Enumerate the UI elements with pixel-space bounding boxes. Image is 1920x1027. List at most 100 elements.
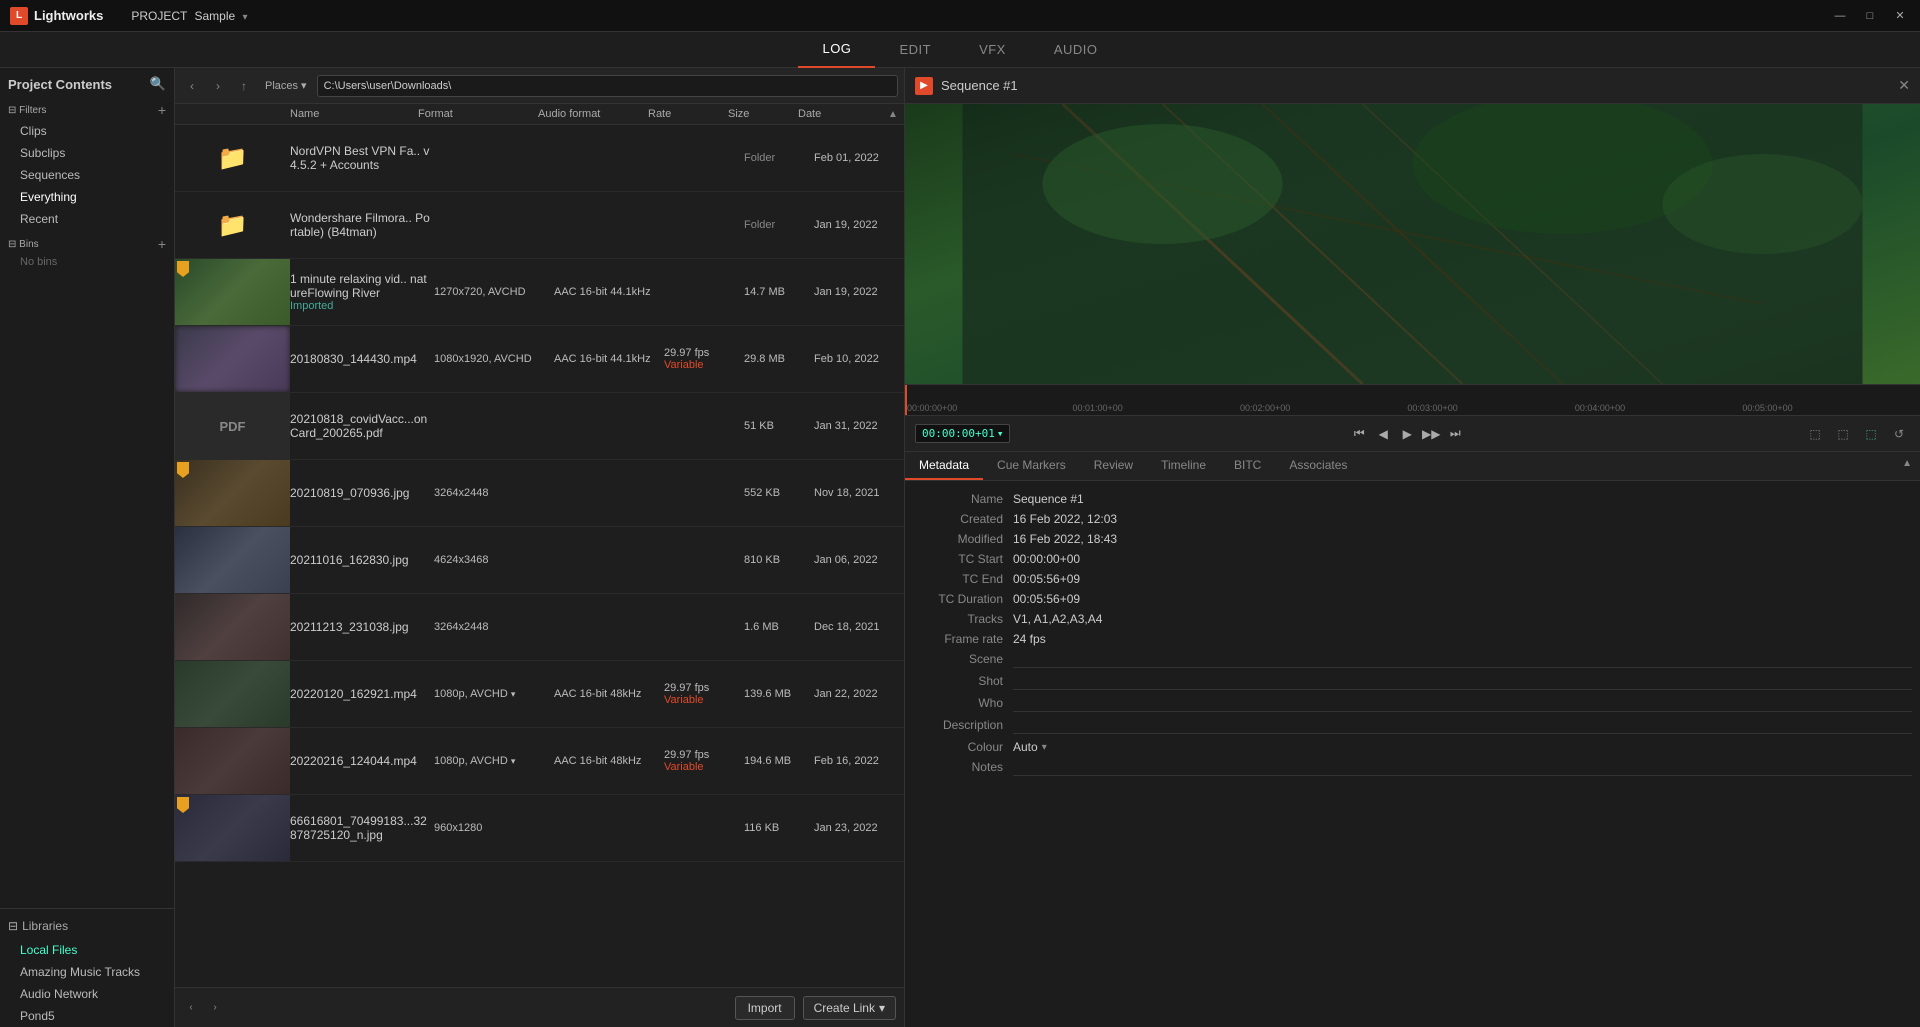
fb-file-format: 960x1280 bbox=[434, 822, 554, 834]
fb-col-audio[interactable]: Audio format bbox=[538, 108, 648, 120]
fb-sort-indicator: ▲ bbox=[888, 109, 904, 120]
fb-col-rate[interactable]: Rate bbox=[648, 108, 728, 120]
transport-next-button[interactable]: ▶▶ bbox=[1420, 423, 1442, 445]
tab-audio[interactable]: AUDIO bbox=[1030, 32, 1122, 68]
libraries-header[interactable]: ⊟ Libraries bbox=[0, 913, 174, 939]
fb-up-button[interactable]: ↑ bbox=[233, 75, 255, 97]
sidebar-item-sequences[interactable]: Sequences bbox=[0, 164, 174, 186]
fb-file-size: 810 KB bbox=[744, 554, 814, 566]
table-row[interactable]: 20210819_070936.jpg 3264x2448 552 KB Nov… bbox=[175, 460, 904, 527]
fb-thumb-img4 bbox=[175, 795, 290, 861]
fb-scroll-right-button[interactable]: › bbox=[207, 1000, 223, 1016]
timecode-dropdown-icon[interactable]: ▾ bbox=[997, 427, 1004, 440]
tab-vfx[interactable]: VFX bbox=[955, 32, 1030, 68]
sidebar-item-clips[interactable]: Clips bbox=[0, 120, 174, 142]
tab-timeline[interactable]: Timeline bbox=[1147, 452, 1220, 480]
close-button[interactable]: ✕ bbox=[1890, 6, 1910, 26]
table-row[interactable]: 📁 Wondershare Filmora.. Portable) (B4tma… bbox=[175, 192, 904, 259]
table-row[interactable]: 20211213_231038.jpg 3264x2448 1.6 MB Dec… bbox=[175, 594, 904, 661]
library-item-localfiles[interactable]: Local Files bbox=[0, 939, 174, 961]
filters-group[interactable]: ⊟ Filters + bbox=[0, 96, 174, 120]
fb-col-format[interactable]: Format bbox=[418, 108, 538, 120]
library-item-amazingmusic[interactable]: Amazing Music Tracks bbox=[0, 961, 174, 983]
tab-bitc[interactable]: BITC bbox=[1220, 452, 1275, 480]
fb-file-date: Jan 22, 2022 bbox=[814, 688, 904, 700]
library-item-audionetwork[interactable]: Audio Network bbox=[0, 983, 174, 1005]
fb-forward-button[interactable]: › bbox=[207, 75, 229, 97]
tab-edit[interactable]: EDIT bbox=[875, 32, 955, 68]
transport-extra2-button[interactable]: ⬚ bbox=[1832, 423, 1854, 445]
video-preview bbox=[905, 104, 1920, 384]
sidebar-item-recent[interactable]: Recent bbox=[0, 208, 174, 230]
sidebar-item-everything[interactable]: Everything bbox=[0, 186, 174, 208]
app-logo-icon: L bbox=[10, 7, 28, 25]
transport-start-button[interactable]: ⏮ bbox=[1348, 423, 1370, 445]
tab-associates[interactable]: Associates bbox=[1275, 452, 1361, 480]
table-row[interactable]: 66616801_70499183...32878725120_n.jpg 96… bbox=[175, 795, 904, 862]
fb-path-display[interactable]: C:\Users\user\Downloads\ bbox=[317, 75, 898, 97]
tab-log[interactable]: LOG bbox=[798, 32, 875, 68]
fb-file-name: 1 minute relaxing vid.. natureFlowing Ri… bbox=[290, 272, 430, 300]
minimize-button[interactable]: — bbox=[1830, 6, 1850, 26]
table-row[interactable]: 20211016_162830.jpg 4624x3468 810 KB Jan… bbox=[175, 527, 904, 594]
fb-places-dropdown[interactable]: Places ▾ bbox=[259, 77, 313, 94]
fb-file-size: 139.6 MB bbox=[744, 688, 814, 700]
table-row[interactable]: 20220216_124044.mp4 1080p, AVCHD ▾ AAC 1… bbox=[175, 728, 904, 795]
timeline-ruler[interactable]: 00:00:00+00 00:01:00+00 00:02:00+00 00:0… bbox=[905, 384, 1920, 416]
transport-extra1-button[interactable]: ⬚ bbox=[1804, 423, 1826, 445]
fb-name-cell: Wondershare Filmora.. Portable) (B4tman) bbox=[290, 207, 434, 243]
fb-name-cell: 66616801_70499183...32878725120_n.jpg bbox=[290, 810, 434, 846]
meta-label-framerate: Frame rate bbox=[913, 632, 1013, 646]
meta-value-shot[interactable] bbox=[1013, 674, 1912, 690]
meta-value-description[interactable] bbox=[1013, 718, 1912, 734]
table-row[interactable]: 📁 NordVPN Best VPN Fa.. v4.5.2 + Account… bbox=[175, 125, 904, 192]
table-row[interactable]: 1 minute relaxing vid.. natureFlowing Ri… bbox=[175, 259, 904, 326]
create-link-button[interactable]: Create Link ▾ bbox=[803, 996, 896, 1020]
fb-back-button[interactable]: ‹ bbox=[181, 75, 203, 97]
transport-extra4-button[interactable]: ↺ bbox=[1888, 423, 1910, 445]
project-contents-label: Project Contents bbox=[8, 77, 112, 92]
create-link-chevron-icon: ▾ bbox=[879, 1001, 885, 1015]
fb-file-size: 1.6 MB bbox=[744, 621, 814, 633]
bins-group[interactable]: ⊟ Bins + bbox=[0, 230, 174, 254]
fb-file-date: Jan 19, 2022 bbox=[814, 219, 904, 231]
sidebar-item-subclips[interactable]: Subclips bbox=[0, 142, 174, 164]
add-filter-icon[interactable]: + bbox=[158, 102, 166, 118]
table-row[interactable]: PDF 20210818_covidVacc...onCard_200265.p… bbox=[175, 393, 904, 460]
fb-col-date[interactable]: Date bbox=[798, 108, 888, 120]
tab-review[interactable]: Review bbox=[1080, 452, 1147, 480]
table-row[interactable]: 20220120_162921.mp4 1080p, AVCHD ▾ AAC 1… bbox=[175, 661, 904, 728]
tab-metadata[interactable]: Metadata bbox=[905, 452, 983, 480]
transport-extra3-button[interactable]: ⬚ bbox=[1860, 423, 1882, 445]
colour-dropdown[interactable]: Auto ▾ bbox=[1013, 740, 1912, 754]
viewer-close-button[interactable]: ✕ bbox=[1898, 77, 1910, 94]
fb-scroll-left-button[interactable]: ‹ bbox=[183, 1000, 199, 1016]
maximize-button[interactable]: □ bbox=[1860, 6, 1880, 26]
tab-cuemarkers[interactable]: Cue Markers bbox=[983, 452, 1080, 480]
meta-value-framerate: 24 fps bbox=[1013, 632, 1912, 646]
meta-value-notes[interactable] bbox=[1013, 760, 1912, 776]
fb-places-chevron-icon: ▾ bbox=[301, 79, 307, 92]
meta-value-who[interactable] bbox=[1013, 696, 1912, 712]
library-item-pond5[interactable]: Pond5 bbox=[0, 1005, 174, 1027]
fb-col-name[interactable]: Name bbox=[290, 108, 418, 120]
fb-thumb-img2 bbox=[175, 527, 290, 593]
project-name: Sample bbox=[194, 9, 235, 23]
fb-file-format: 4624x3468 bbox=[434, 554, 554, 566]
meta-label-colour: Colour bbox=[913, 740, 1013, 754]
search-icon[interactable]: 🔍 bbox=[150, 76, 166, 92]
add-bin-icon[interactable]: + bbox=[158, 236, 166, 252]
fb-thumb-video4 bbox=[175, 728, 290, 794]
transport-end-button[interactable]: ⏭ bbox=[1444, 423, 1466, 445]
fb-file-audio: AAC 16-bit 44.1kHz bbox=[554, 353, 664, 365]
fb-col-size[interactable]: Size bbox=[728, 108, 798, 120]
fb-thumb-folder1: 📁 bbox=[175, 125, 290, 191]
meta-value-scene[interactable] bbox=[1013, 652, 1912, 668]
project-dropdown-icon[interactable]: ▾ bbox=[243, 12, 248, 23]
table-row[interactable]: 20180830_144430.mp4 1080x1920, AVCHD AAC… bbox=[175, 326, 904, 393]
fb-file-format: 1080p, AVCHD ▾ bbox=[434, 755, 554, 767]
metadata-collapse-icon[interactable]: ▲ bbox=[1894, 452, 1920, 480]
transport-prev-button[interactable]: ◀ bbox=[1372, 423, 1394, 445]
import-button[interactable]: Import bbox=[735, 996, 795, 1020]
transport-play-button[interactable]: ▶ bbox=[1396, 423, 1418, 445]
